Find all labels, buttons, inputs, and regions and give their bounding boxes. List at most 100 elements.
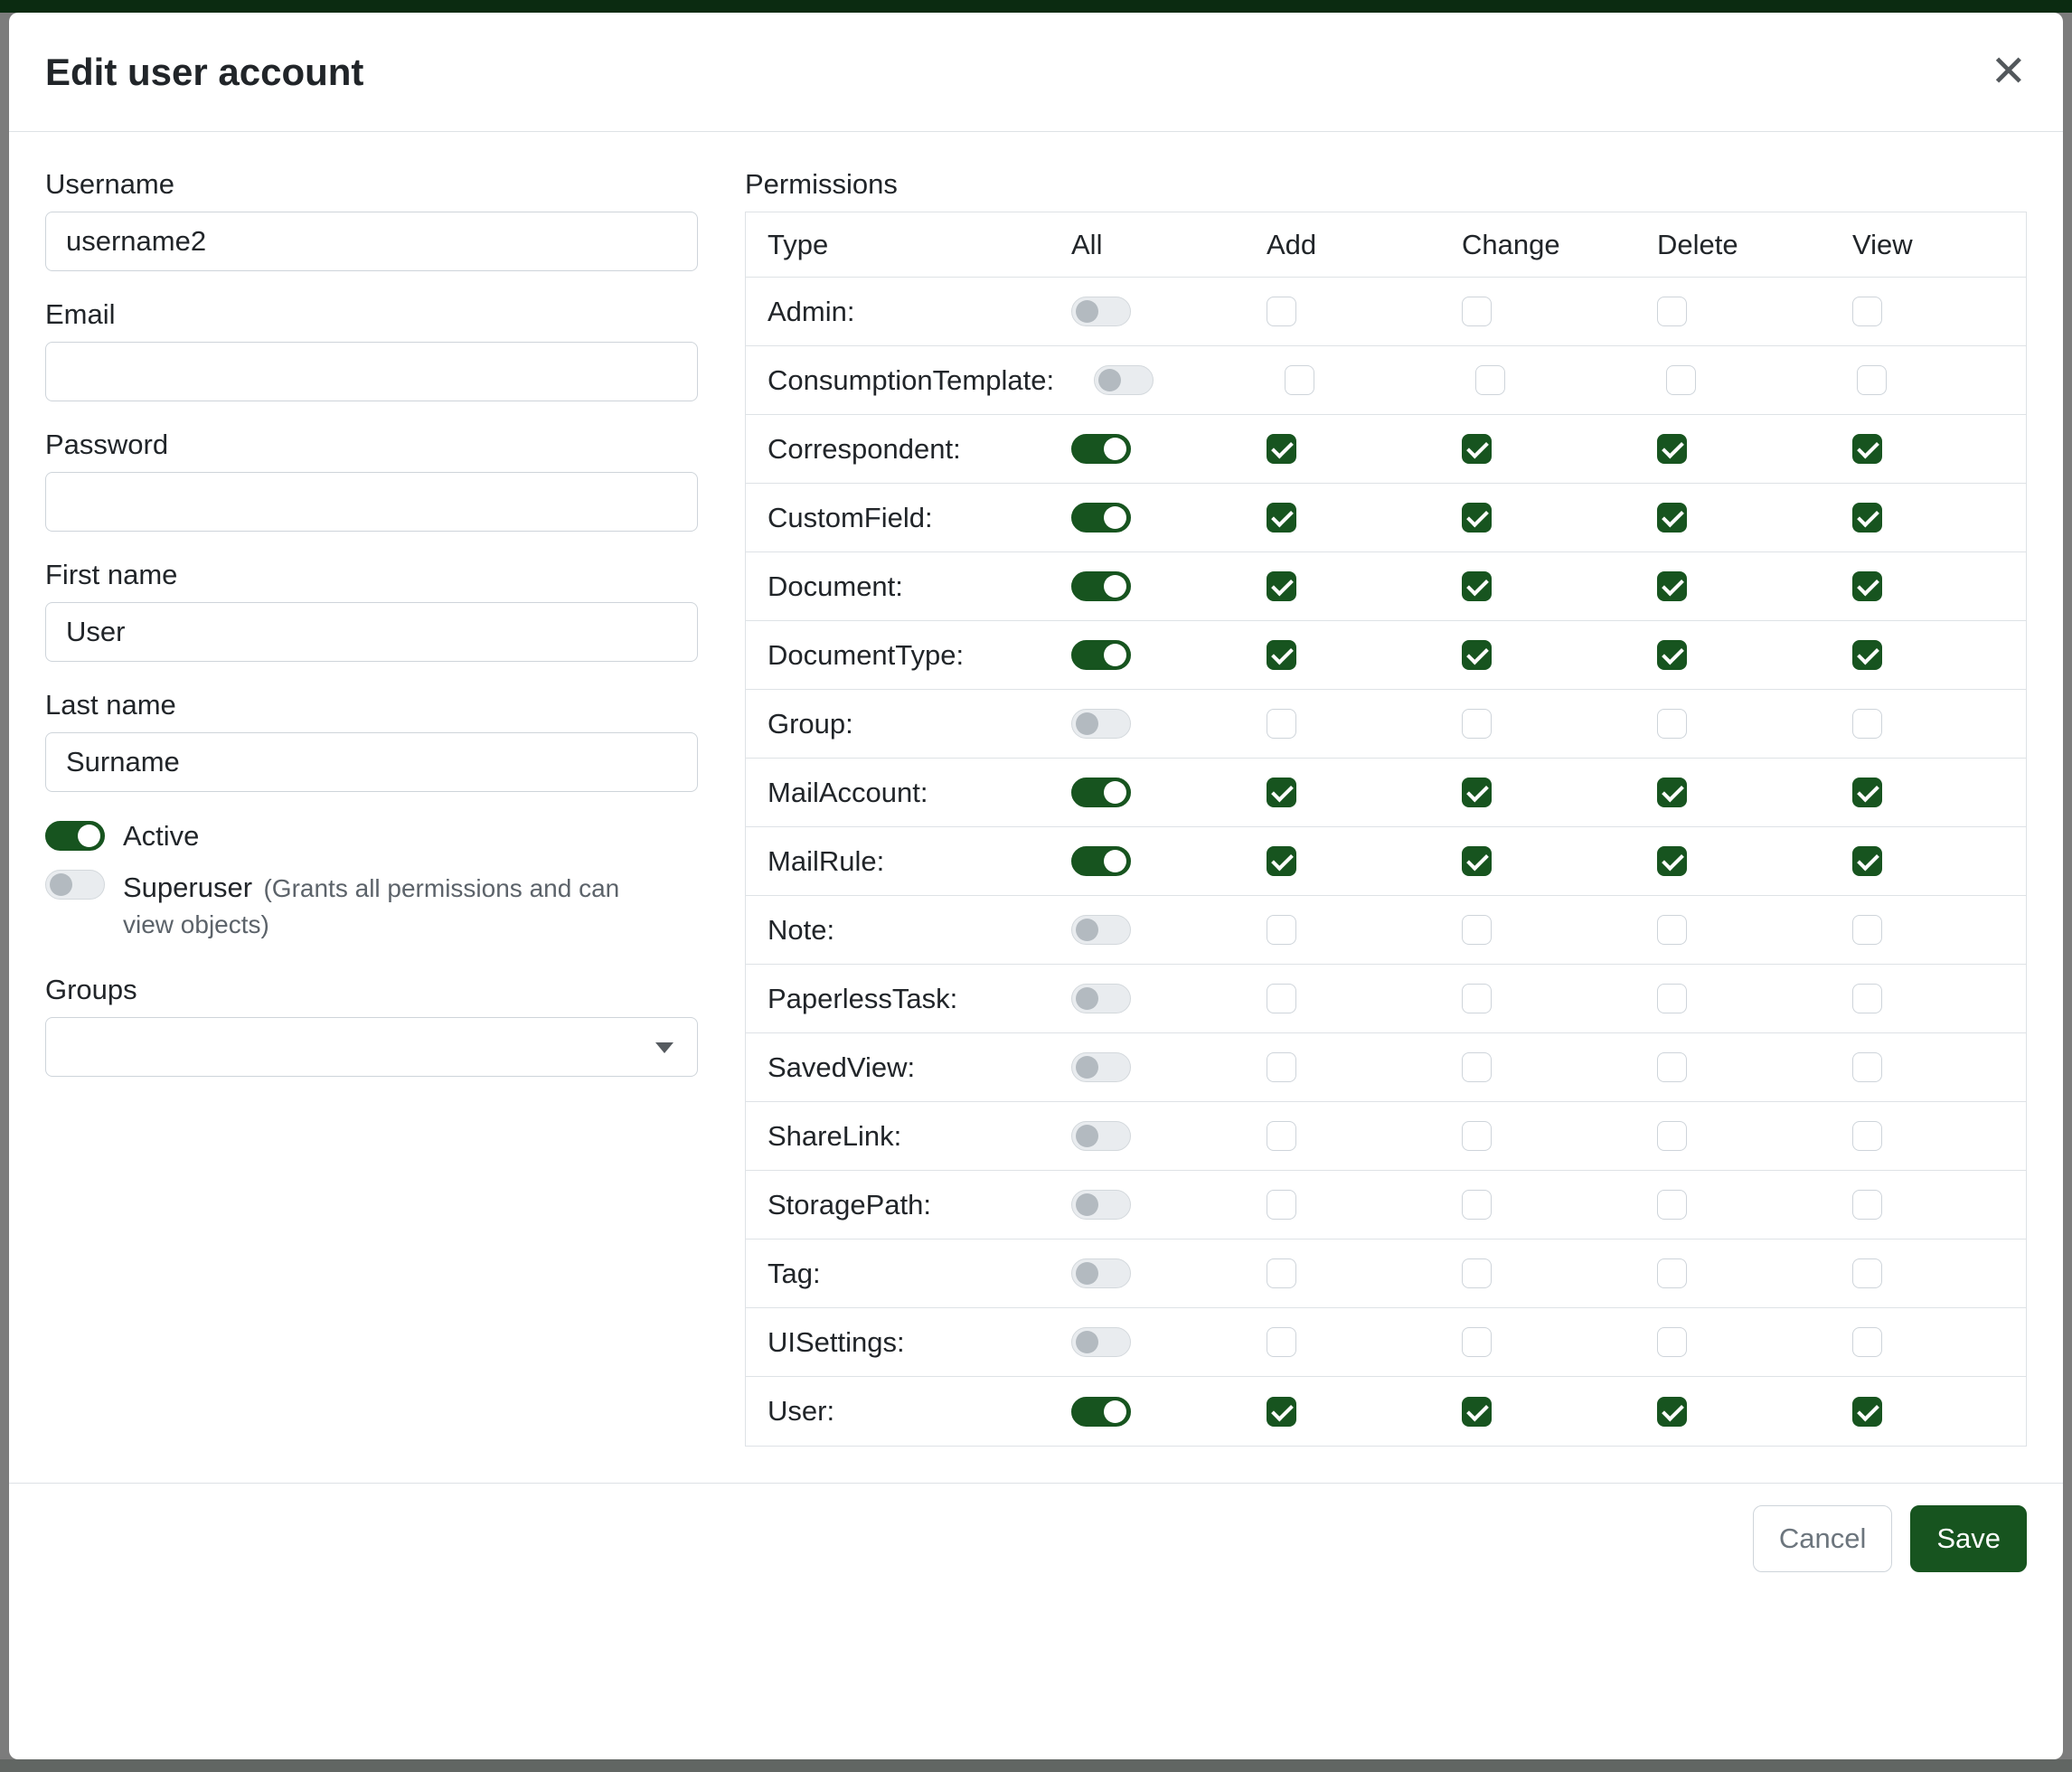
permission-all-toggle[interactable] [1071, 503, 1131, 533]
permission-all-toggle[interactable] [1071, 709, 1131, 739]
permission-view-checkbox[interactable] [1852, 709, 1882, 739]
permission-change-checkbox[interactable] [1462, 915, 1492, 945]
active-toggle[interactable] [45, 821, 105, 851]
permission-delete-checkbox[interactable] [1657, 1190, 1687, 1220]
permission-change-checkbox[interactable] [1462, 503, 1492, 533]
permission-delete-checkbox[interactable] [1657, 984, 1687, 1013]
permission-delete-checkbox[interactable] [1657, 915, 1687, 945]
permission-view-checkbox[interactable] [1857, 365, 1887, 395]
permission-add-checkbox[interactable] [1267, 503, 1296, 533]
permission-change-checkbox[interactable] [1462, 1258, 1492, 1288]
permission-add-checkbox[interactable] [1267, 846, 1296, 876]
permission-all-toggle[interactable] [1071, 640, 1131, 670]
email-input[interactable] [45, 342, 698, 401]
permission-add-checkbox[interactable] [1267, 915, 1296, 945]
permission-view-checkbox[interactable] [1852, 297, 1882, 326]
permission-add-checkbox[interactable] [1267, 434, 1296, 464]
permission-all-toggle[interactable] [1071, 846, 1131, 876]
close-icon[interactable]: ✕ [1991, 51, 2027, 94]
cancel-button[interactable]: Cancel [1753, 1505, 1893, 1572]
permission-change-checkbox[interactable] [1462, 1052, 1492, 1082]
permission-delete-checkbox[interactable] [1657, 434, 1687, 464]
permission-all-toggle[interactable] [1094, 365, 1154, 395]
permission-add-checkbox[interactable] [1267, 984, 1296, 1013]
permission-delete-checkbox[interactable] [1657, 297, 1687, 326]
permission-change-checkbox[interactable] [1462, 1397, 1492, 1427]
permission-all-toggle[interactable] [1071, 778, 1131, 807]
permission-view-checkbox[interactable] [1852, 915, 1882, 945]
permission-add-checkbox[interactable] [1267, 709, 1296, 739]
permission-add-checkbox[interactable] [1267, 1258, 1296, 1288]
permission-view-checkbox[interactable] [1852, 1327, 1882, 1357]
permission-change-checkbox[interactable] [1462, 984, 1492, 1013]
permission-delete-checkbox[interactable] [1657, 846, 1687, 876]
permission-view-checkbox[interactable] [1852, 1258, 1882, 1288]
groups-select[interactable] [45, 1017, 698, 1077]
permission-add-checkbox[interactable] [1285, 365, 1314, 395]
permission-add-checkbox[interactable] [1267, 571, 1296, 601]
permission-change-checkbox[interactable] [1475, 365, 1505, 395]
permission-delete-checkbox[interactable] [1657, 778, 1687, 807]
permission-delete-checkbox[interactable] [1657, 1052, 1687, 1082]
permission-all-toggle[interactable] [1071, 1258, 1131, 1288]
password-input[interactable] [45, 472, 698, 532]
permission-view-checkbox[interactable] [1852, 434, 1882, 464]
permission-change-checkbox[interactable] [1462, 709, 1492, 739]
permission-view-checkbox[interactable] [1852, 503, 1882, 533]
permission-add-checkbox[interactable] [1267, 1121, 1296, 1151]
permission-delete-checkbox[interactable] [1657, 1121, 1687, 1151]
permission-change-checkbox[interactable] [1462, 434, 1492, 464]
permission-add-checkbox[interactable] [1267, 1397, 1296, 1427]
permission-all-toggle[interactable] [1071, 1327, 1131, 1357]
permission-delete-checkbox[interactable] [1657, 1397, 1687, 1427]
permission-view-checkbox[interactable] [1852, 571, 1882, 601]
permission-all-toggle[interactable] [1071, 1121, 1131, 1151]
permission-delete-checkbox[interactable] [1666, 365, 1696, 395]
permission-add-checkbox[interactable] [1267, 1327, 1296, 1357]
permission-view-checkbox[interactable] [1852, 778, 1882, 807]
permission-change-checkbox[interactable] [1462, 297, 1492, 326]
permission-delete-checkbox[interactable] [1657, 1327, 1687, 1357]
permission-delete-checkbox[interactable] [1657, 503, 1687, 533]
permission-change-checkbox[interactable] [1462, 1190, 1492, 1220]
last-name-input[interactable] [45, 732, 698, 792]
permission-add-checkbox[interactable] [1267, 297, 1296, 326]
permission-change-checkbox[interactable] [1462, 1327, 1492, 1357]
permission-change-checkbox[interactable] [1462, 571, 1492, 601]
permission-all-toggle[interactable] [1071, 1190, 1131, 1220]
first-name-input[interactable] [45, 602, 698, 662]
permission-add-cell [1245, 1258, 1440, 1288]
permission-view-checkbox[interactable] [1852, 640, 1882, 670]
permission-delete-checkbox[interactable] [1657, 709, 1687, 739]
permission-all-toggle[interactable] [1071, 434, 1131, 464]
permission-delete-checkbox[interactable] [1657, 571, 1687, 601]
permission-delete-checkbox[interactable] [1657, 640, 1687, 670]
superuser-toggle[interactable] [45, 870, 105, 900]
permission-all-toggle[interactable] [1071, 297, 1131, 326]
permission-change-checkbox[interactable] [1462, 640, 1492, 670]
permission-view-checkbox[interactable] [1852, 984, 1882, 1013]
permission-all-toggle[interactable] [1071, 984, 1131, 1013]
permission-delete-cell [1635, 709, 1831, 739]
permission-all-toggle[interactable] [1071, 1397, 1131, 1427]
permission-all-toggle[interactable] [1071, 915, 1131, 945]
permission-add-checkbox[interactable] [1267, 778, 1296, 807]
permission-delete-checkbox[interactable] [1657, 1258, 1687, 1288]
permission-add-checkbox[interactable] [1267, 640, 1296, 670]
permission-all-cell [1050, 778, 1245, 807]
permission-view-checkbox[interactable] [1852, 1121, 1882, 1151]
permission-view-checkbox[interactable] [1852, 1397, 1882, 1427]
permission-add-checkbox[interactable] [1267, 1190, 1296, 1220]
permission-view-checkbox[interactable] [1852, 846, 1882, 876]
permission-change-checkbox[interactable] [1462, 1121, 1492, 1151]
permission-view-checkbox[interactable] [1852, 1190, 1882, 1220]
permission-all-toggle[interactable] [1071, 571, 1131, 601]
permission-add-checkbox[interactable] [1267, 1052, 1296, 1082]
permission-change-checkbox[interactable] [1462, 778, 1492, 807]
save-button[interactable]: Save [1910, 1505, 2027, 1572]
permission-all-toggle[interactable] [1071, 1052, 1131, 1082]
permission-view-checkbox[interactable] [1852, 1052, 1882, 1082]
permission-change-checkbox[interactable] [1462, 846, 1492, 876]
permission-change-cell [1440, 778, 1635, 807]
username-input[interactable] [45, 212, 698, 271]
